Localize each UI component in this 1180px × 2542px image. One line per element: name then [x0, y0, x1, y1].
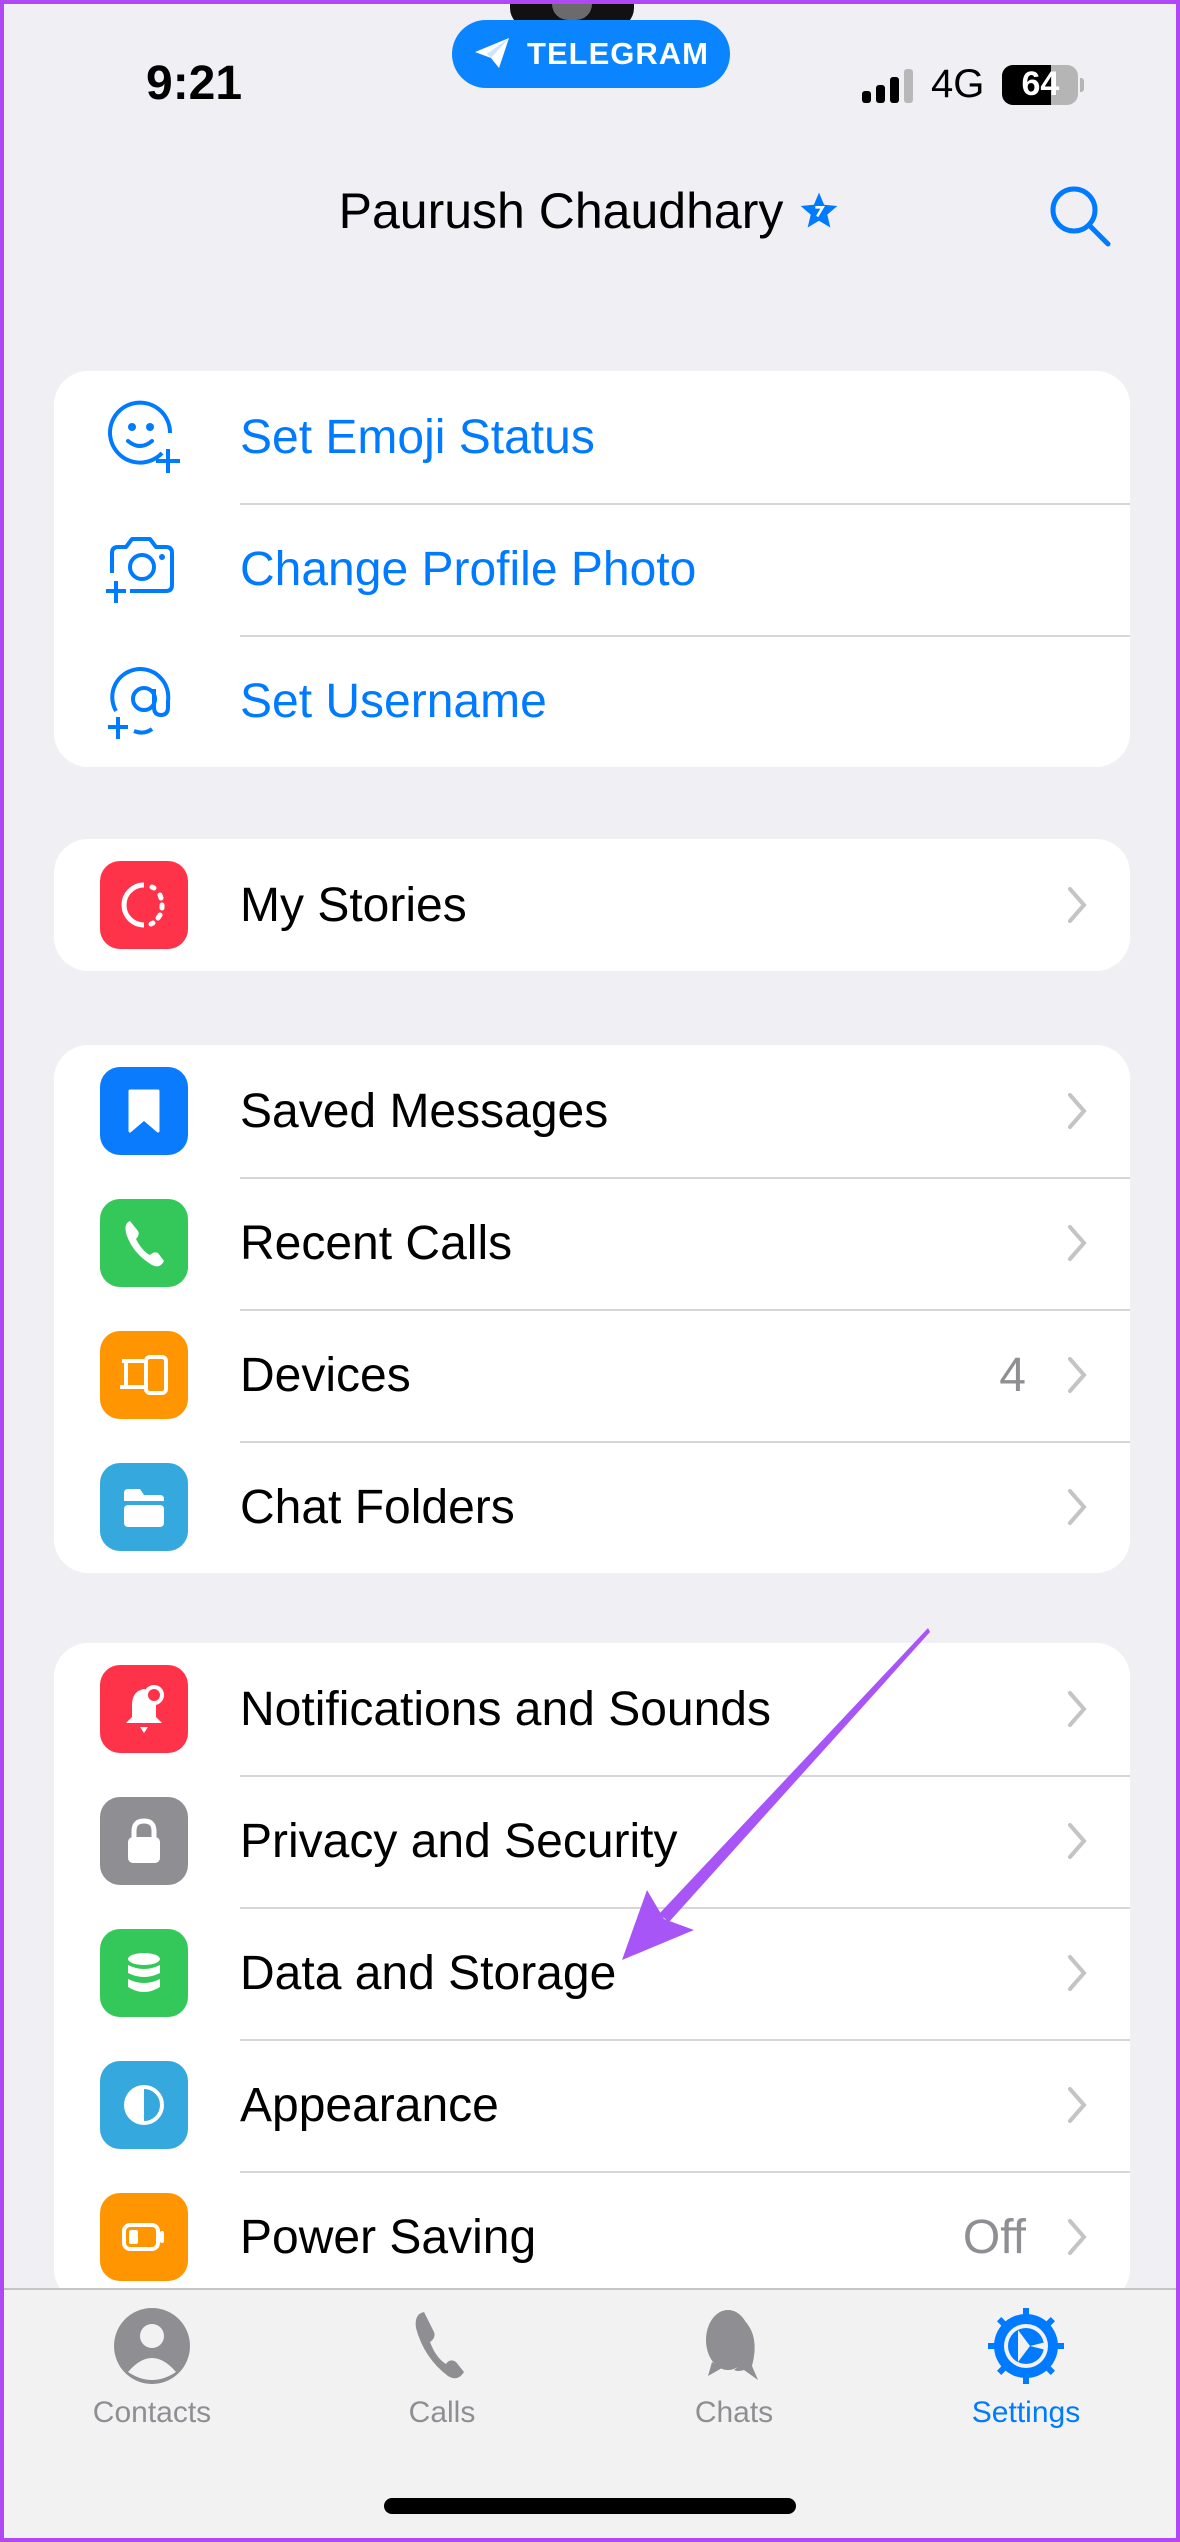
tab-chats[interactable]: Chats [634, 2290, 834, 2440]
devices-count: 4 [999, 1348, 1026, 1402]
bell-icon [100, 1665, 188, 1753]
contacts-icon [114, 2308, 190, 2384]
privacy-security-row[interactable]: Privacy and Security [54, 1775, 1130, 1907]
tab-label: Settings [971, 2396, 1081, 2429]
tab-label: Chats [694, 2396, 774, 2429]
battery-saving-icon [100, 2193, 188, 2281]
profile-actions-card: Set Emoji Status Change Profile Photo Se… [54, 371, 1130, 767]
row-label: Power Saving [240, 2210, 537, 2264]
row-label: My Stories [240, 878, 467, 932]
row-label: Recent Calls [240, 1216, 513, 1270]
battery-tip [1080, 77, 1085, 92]
my-stories-row[interactable]: My Stories [54, 839, 1130, 971]
premium-star-icon[interactable] [797, 189, 841, 233]
chevron-right-icon [1068, 1489, 1087, 1525]
battery-icon: 64 [1002, 64, 1079, 105]
lock-icon [100, 1797, 188, 1885]
bookmark-icon [100, 1067, 188, 1155]
settings-icon [988, 2308, 1064, 2384]
row-label: Chat Folders [240, 1480, 515, 1534]
emoji-status-icon [98, 391, 190, 483]
calls-icon [415, 2312, 464, 2379]
appearance-row[interactable]: Appearance [54, 2039, 1130, 2171]
devices-icon [100, 1331, 188, 1419]
tab-label: Calls [408, 2396, 476, 2429]
status-time: 9:21 [146, 57, 243, 110]
data-storage-row[interactable]: Data and Storage [54, 1907, 1130, 2039]
tab-calls[interactable]: Calls [342, 2290, 542, 2440]
tab-settings[interactable]: Settings [926, 2290, 1126, 2440]
chevron-right-icon [1068, 1955, 1087, 1991]
row-label: Set Username [240, 674, 547, 728]
chats-icon [706, 2310, 758, 2380]
row-label: Change Profile Photo [240, 542, 697, 596]
change-profile-photo-row[interactable]: Change Profile Photo [54, 503, 1130, 635]
chevron-right-icon [1068, 2219, 1087, 2255]
at-add-icon [98, 655, 190, 747]
stories-icon [100, 861, 188, 949]
database-icon [100, 1929, 188, 2017]
chevron-right-icon [1068, 1691, 1087, 1727]
chevron-right-icon [1068, 887, 1087, 923]
network-type: 4G [931, 62, 985, 106]
tab-label: Contacts [92, 2396, 212, 2429]
tab-contacts[interactable]: Contacts [52, 2290, 252, 2440]
power-saving-row[interactable]: Power Saving Off [54, 2171, 1130, 2303]
telegram-plane-icon [475, 38, 510, 68]
row-label: Notifications and Sounds [240, 1682, 771, 1736]
chevron-right-icon [1068, 1093, 1087, 1129]
search-icon[interactable] [1044, 180, 1116, 252]
camera-add-icon [98, 523, 190, 615]
preferences-card: Notifications and Sounds Privacy and Sec… [54, 1643, 1130, 2303]
power-saving-value: Off [962, 2210, 1026, 2264]
chat-folders-row[interactable]: Chat Folders [54, 1441, 1130, 1573]
telegram-settings-screen: TELEGRAM 9:21 4G 64 Paurush Chaudhary Se… [4, 4, 1176, 2538]
saved-messages-row[interactable]: Saved Messages [54, 1045, 1130, 1177]
chevron-right-icon [1068, 2087, 1087, 2123]
stories-card: My Stories [54, 839, 1130, 971]
phone-icon [100, 1199, 188, 1287]
main-settings-card: Saved Messages Recent Calls Devices 4 Ch… [54, 1045, 1130, 1573]
devices-row[interactable]: Devices 4 [54, 1309, 1130, 1441]
status-indicators: 4G 64 [862, 62, 1085, 107]
app-pill-label: TELEGRAM [527, 36, 709, 71]
row-label: Saved Messages [240, 1084, 609, 1138]
row-label: Devices [240, 1348, 411, 1402]
home-indicator[interactable] [384, 2498, 796, 2514]
row-label: Data and Storage [240, 1946, 617, 2000]
chevron-right-icon [1068, 1823, 1087, 1859]
row-label: Set Emoji Status [240, 410, 595, 464]
profile-name: Paurush Chaudhary [338, 183, 784, 239]
battery-level: 64 [1021, 65, 1060, 103]
signal-strength-icon [862, 67, 913, 103]
notifications-row[interactable]: Notifications and Sounds [54, 1643, 1130, 1775]
set-emoji-status-row[interactable]: Set Emoji Status [54, 371, 1130, 503]
recent-calls-row[interactable]: Recent Calls [54, 1177, 1130, 1309]
telegram-app-pill[interactable]: TELEGRAM [452, 20, 730, 88]
profile-header: Paurush Chaudhary [4, 182, 1176, 240]
appearance-icon [100, 2061, 188, 2149]
chevron-right-icon [1068, 1225, 1087, 1261]
folder-icon [100, 1463, 188, 1551]
row-label: Appearance [240, 2078, 499, 2132]
set-username-row[interactable]: Set Username [54, 635, 1130, 767]
chevron-right-icon [1068, 1357, 1087, 1393]
row-label: Privacy and Security [240, 1814, 678, 1868]
